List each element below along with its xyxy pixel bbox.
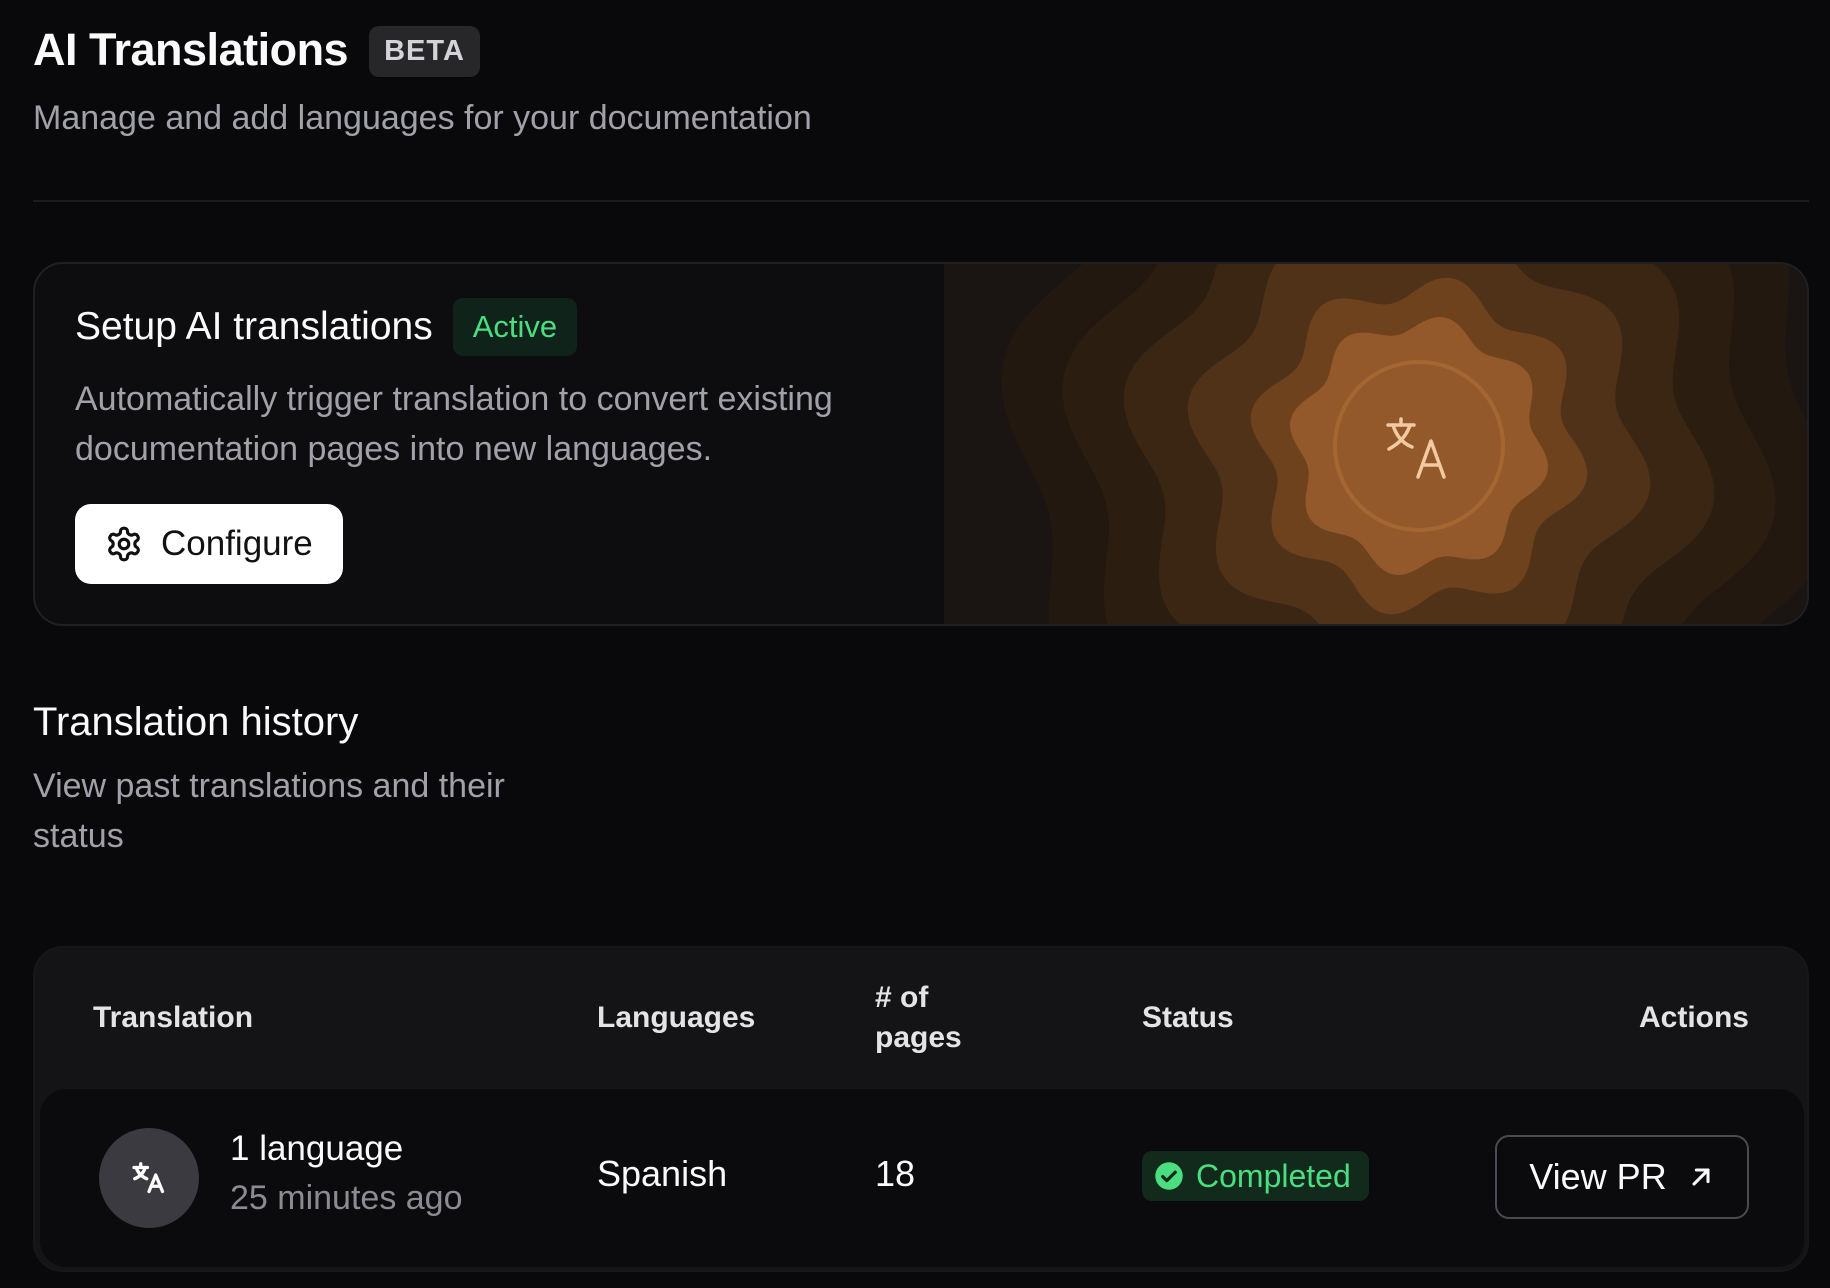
row-title: 1 language	[230, 1129, 404, 1168]
setup-content: Setup AI translations Active Automatical…	[75, 298, 955, 584]
status-text: Completed	[1196, 1157, 1351, 1194]
history-description: View past translations and their status	[33, 767, 505, 855]
external-link-arrow-icon	[1692, 1168, 1710, 1186]
active-badge: Active	[452, 298, 578, 356]
history-table: Translation Languages # of pages Status …	[33, 946, 1809, 1272]
column-header-languages: Languages	[597, 1001, 756, 1034]
row-page-count: 18	[875, 1153, 916, 1194]
beta-badge: BETA	[369, 26, 480, 77]
setup-title: Setup AI translations	[75, 305, 433, 348]
check-circle-icon	[1155, 1162, 1183, 1190]
header-divider	[33, 200, 1809, 202]
configure-button[interactable]: Configure	[75, 504, 343, 584]
view-pr-button[interactable]: View PR	[1495, 1135, 1749, 1219]
status-badge: Completed	[1142, 1151, 1369, 1201]
avatar	[99, 1128, 199, 1228]
column-header-translation: Translation	[93, 1001, 254, 1034]
configure-label: Configure	[161, 524, 313, 563]
row-timestamp: 25 minutes ago	[230, 1179, 463, 1217]
page-header: AI Translations BETA Manage and add lang…	[33, 22, 812, 138]
wave-art	[944, 264, 1807, 624]
setup-title-row: Setup AI translations Active	[75, 298, 955, 356]
page: AI Translations BETA Manage and add lang…	[0, 0, 1830, 1288]
page-subtitle: Manage and add languages for your docume…	[33, 99, 812, 137]
gear-icon	[108, 526, 140, 562]
column-header-actions: Actions	[1638, 1001, 1749, 1034]
column-header-pages: # of pages	[875, 981, 962, 1054]
setup-card: Setup AI translations Active Automatical…	[33, 262, 1809, 626]
table-row: 1 language 25 minutes ago Spanish 18 Com…	[40, 1089, 1804, 1267]
translate-icon	[132, 1162, 165, 1194]
setup-description: Automatically trigger translation to con…	[75, 380, 833, 468]
history-title: Translation history	[33, 700, 359, 744]
history-section: Translation history View past translatio…	[33, 700, 593, 861]
column-header-status: Status	[1142, 1001, 1234, 1034]
title-row: AI Translations BETA	[33, 22, 812, 77]
view-pr-label: View PR	[1529, 1156, 1667, 1197]
page-title: AI Translations	[33, 23, 349, 75]
translation-art	[944, 264, 1807, 624]
row-language: Spanish	[597, 1153, 728, 1194]
